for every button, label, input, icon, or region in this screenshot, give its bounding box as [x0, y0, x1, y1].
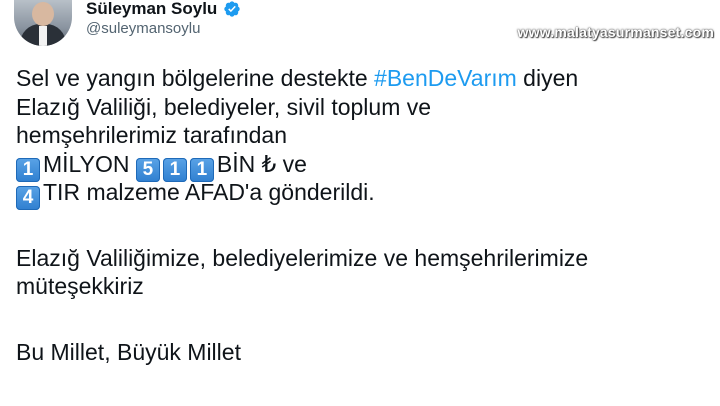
- tweet-line-5: 4 TIR malzeme AFAD'a gönderildi.: [16, 178, 706, 210]
- tweet-text: Sel ve yangın bölgelerine destekte #BenD…: [16, 64, 706, 366]
- tweet-line-1: Sel ve yangın bölgelerine destekte #BenD…: [16, 65, 579, 91]
- tweet-line-4: 1 MİLYON 5 1 1 BİN ₺ ve: [16, 150, 706, 182]
- name-row: Süleyman Soylu: [86, 0, 241, 18]
- avatar[interactable]: [14, 0, 72, 46]
- tweet-header: Süleyman Soylu @suleymansoylu www.malaty…: [0, 0, 720, 52]
- tweet-line-2: Elazığ Valiliği, belediyeler, sivil topl…: [16, 93, 432, 120]
- keycap-digit-icon: 4: [16, 186, 40, 210]
- display-name[interactable]: Süleyman Soylu: [86, 0, 217, 18]
- verified-badge-icon: [223, 0, 241, 18]
- site-watermark: www.malatyasurmanset.com: [517, 24, 714, 40]
- tweet-line-3: hemşehrilerimiz tarafından: [16, 122, 288, 148]
- tweet-line-6: Elazığ Valiliğimize, belediyelerimize ve…: [16, 244, 589, 271]
- user-handle[interactable]: @suleymansoylu: [86, 20, 200, 37]
- tweet-line-7: müteşekkiriz: [16, 273, 144, 299]
- hashtag-link[interactable]: #BenDeVarım: [374, 65, 517, 91]
- tweet-line-8: Bu Millet, Büyük Millet: [16, 338, 241, 365]
